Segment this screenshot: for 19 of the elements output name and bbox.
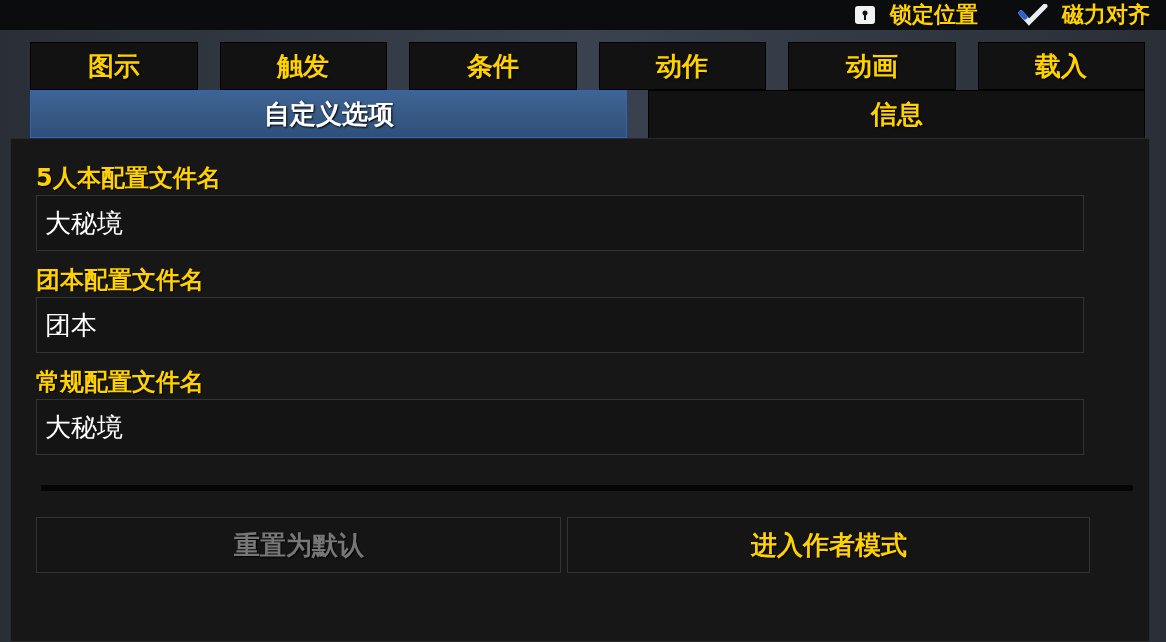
lock-icon[interactable] xyxy=(854,5,876,25)
field-label: 常规配置文件名 xyxy=(36,367,205,398)
field-label: 5人本配置文件名 xyxy=(36,163,222,194)
tab[interactable]: 信息 xyxy=(648,90,1145,138)
tab[interactable]: 自定义选项 xyxy=(30,90,627,138)
toolbar-label: 磁力对齐 xyxy=(1062,1,1150,29)
tab[interactable]: 动画 xyxy=(788,42,956,90)
tab[interactable]: 载入 xyxy=(977,42,1145,90)
tab[interactable]: 图示 xyxy=(30,42,198,90)
tab[interactable]: 动作 xyxy=(598,42,766,90)
checkbox[interactable] xyxy=(1018,4,1048,26)
input-field[interactable]: 大秘境 xyxy=(36,195,1084,251)
tab[interactable]: 触发 xyxy=(219,42,387,90)
input-field[interactable]: 大秘境 xyxy=(36,399,1084,455)
action-button[interactable]: 进入作者模式 xyxy=(567,517,1090,573)
tab[interactable]: 条件 xyxy=(409,42,577,90)
toolbar-label: 锁定位置 xyxy=(890,1,978,29)
input-field[interactable]: 团本 xyxy=(36,297,1084,353)
field-label: 团本配置文件名 xyxy=(36,265,205,296)
